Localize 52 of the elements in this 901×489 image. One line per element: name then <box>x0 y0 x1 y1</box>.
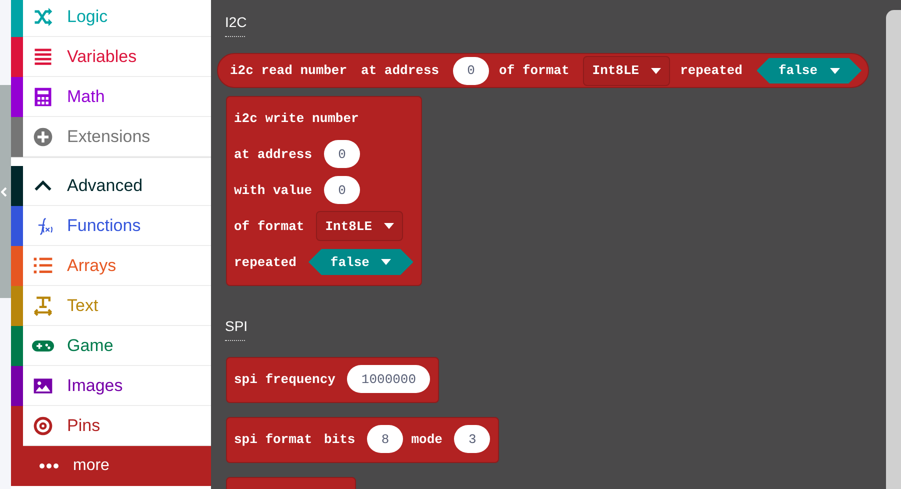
scrollbar[interactable] <box>886 10 901 489</box>
statement-block[interactable]: spi format bits 8 mode 3 <box>226 417 500 463</box>
number-input[interactable]: 0 <box>453 56 490 84</box>
reporter-block[interactable]: i2c read number at address 0 of format Int8LE repeated false <box>217 53 869 88</box>
block-label: repeated <box>234 254 296 270</box>
category-item[interactable]: Text <box>11 286 211 326</box>
category-item[interactable]: Math <box>11 77 211 117</box>
more-item[interactable]: more <box>11 446 211 486</box>
category-item[interactable]: Extensions <box>11 117 211 157</box>
category-item[interactable]: Variables <box>11 37 211 77</box>
text-icon <box>32 294 54 316</box>
block-label: repeated <box>680 63 742 78</box>
target-icon <box>32 414 54 436</box>
format-dropdown[interactable]: Int8LE <box>316 211 404 241</box>
block-label: bits <box>324 432 356 446</box>
boolean-dropdown[interactable]: false <box>756 58 862 84</box>
section-heading: SPI <box>225 318 248 334</box>
statement-block[interactable]: i2c write number at address 0 with value 0 of format Int8LE repeated false <box>226 96 422 286</box>
number-input[interactable]: 3 <box>454 425 490 453</box>
block-label: mode <box>411 432 442 446</box>
block-label: of format <box>499 63 570 78</box>
category-item[interactable]: Arrays <box>11 246 211 286</box>
block-label: at address <box>361 63 440 78</box>
dropdown-arrow-icon <box>381 259 392 265</box>
calculator-icon <box>32 86 54 108</box>
number-input[interactable]: 0 <box>324 140 360 168</box>
format-dropdown[interactable]: Int8LE <box>583 56 670 86</box>
shuffle-icon <box>32 6 54 28</box>
block-label: of format <box>234 218 304 234</box>
block-label: i2c write number <box>234 110 359 126</box>
dropdown-arrow-icon <box>651 68 662 74</box>
dropdown-arrow-icon <box>384 223 394 229</box>
block-label: with value <box>234 182 312 198</box>
category-item[interactable]: Advanced <box>11 166 211 206</box>
block-label: i2c read number <box>230 63 348 78</box>
collapse-handle[interactable] <box>0 85 11 298</box>
statement-block[interactable]: spi frequency 1000000 <box>226 357 440 403</box>
category-item[interactable]: Pins <box>11 406 211 446</box>
number-input[interactable]: 1000000 <box>347 365 430 393</box>
number-input[interactable]: 8 <box>367 425 404 453</box>
boolean-dropdown[interactable]: false <box>308 249 414 275</box>
block-label: spi format <box>234 432 312 446</box>
category-item[interactable]: Images <box>11 366 211 406</box>
block-label: spi frequency <box>234 372 336 386</box>
category-item[interactable]: Functions <box>11 206 211 246</box>
category-item[interactable]: Game <box>11 326 211 366</box>
more-icon <box>39 463 59 469</box>
section-heading: I2C <box>225 14 247 30</box>
number-input[interactable]: 0 <box>324 176 360 204</box>
dropdown-arrow-icon <box>830 68 840 74</box>
block-label: at address <box>234 146 312 162</box>
chevron-left-icon <box>1 186 7 198</box>
